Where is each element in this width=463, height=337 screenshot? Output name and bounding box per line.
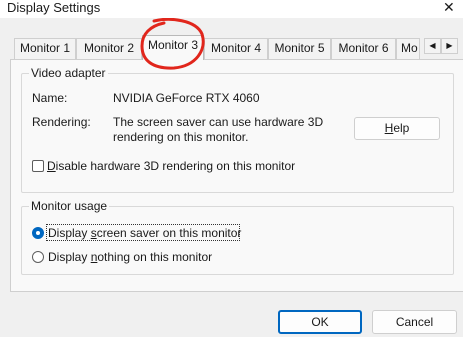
tab-monitor-3[interactable]: Monitor 3	[142, 35, 204, 60]
rendering-label: Rendering:	[32, 115, 91, 129]
help-button[interactable]: Help	[354, 117, 440, 140]
cancel-button[interactable]: Cancel	[372, 310, 457, 334]
nothing-radio[interactable]	[32, 251, 44, 263]
tab-monitor-6[interactable]: Monitor 6	[331, 38, 396, 59]
window-title: Display Settings	[7, 0, 101, 15]
tab-content-panel: Video adapter Name: NVIDIA GeForce RTX 4…	[10, 59, 463, 292]
adapter-name-value: NVIDIA GeForce RTX 4060	[113, 91, 260, 105]
monitor-usage-title: Monitor usage	[29, 199, 110, 213]
rendering-line-2: rendering on this monitor.	[113, 130, 249, 144]
tab-monitor-7-partial[interactable]: Mo	[396, 38, 420, 59]
name-label: Name:	[32, 91, 68, 105]
tab-monitor-1[interactable]: Monitor 1	[14, 38, 76, 59]
ok-button[interactable]: OK	[278, 310, 362, 334]
close-icon[interactable]: ✕	[443, 0, 455, 15]
tab-monitor-4[interactable]: Monitor 4	[204, 38, 268, 59]
screensaver-radio-label[interactable]: Display screen saver on this monitor	[48, 226, 241, 240]
tab-scroll-right-icon[interactable]: ▶	[441, 38, 458, 54]
monitor-usage-group: Monitor usage Display screen saver on th…	[21, 199, 454, 275]
title-bar: Display Settings ✕	[0, 0, 463, 18]
video-adapter-group: Video adapter Name: NVIDIA GeForce RTX 4…	[21, 66, 454, 193]
disable-3d-label[interactable]: Disable hardware 3D rendering on this mo…	[47, 159, 295, 173]
screensaver-radio[interactable]	[32, 227, 44, 239]
nothing-radio-label[interactable]: Display nothing on this monitor	[48, 250, 212, 264]
tab-monitor-5[interactable]: Monitor 5	[268, 38, 331, 59]
tab-monitor-2[interactable]: Monitor 2	[76, 38, 142, 59]
video-adapter-title: Video adapter	[29, 66, 108, 80]
tab-scroll-left-icon[interactable]: ◀	[424, 38, 441, 54]
rendering-line-1: The screen saver can use hardware 3D	[113, 115, 324, 129]
monitor-tab-strip: Monitor 1 Monitor 2 Monitor 3 Monitor 4 …	[0, 35, 463, 60]
disable-3d-checkbox[interactable]	[32, 160, 44, 172]
